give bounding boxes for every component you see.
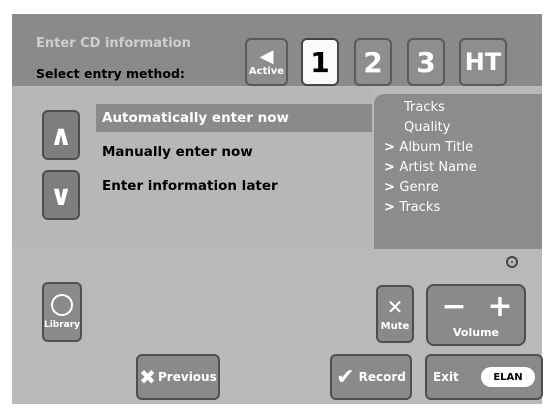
ht-label: HT bbox=[464, 48, 502, 76]
exit-label: Exit bbox=[433, 370, 459, 384]
check-icon: ✔ bbox=[336, 364, 355, 390]
entry-method-label: Select entry method: bbox=[36, 66, 185, 81]
volume-down-button[interactable]: − bbox=[436, 289, 472, 324]
zone-3-button[interactable]: 3 bbox=[407, 38, 445, 86]
record-button[interactable]: ✔ Record bbox=[330, 354, 412, 400]
chevron-up-icon: ∧ bbox=[49, 118, 73, 152]
zone-3-label: 3 bbox=[416, 45, 436, 79]
volume-up-button[interactable]: + bbox=[482, 289, 518, 324]
mute-icon: ✕ bbox=[386, 294, 404, 319]
scroll-up-button[interactable]: ∧ bbox=[42, 110, 80, 160]
x-icon: ✖ bbox=[139, 365, 157, 389]
info-artist-name: Artist Name bbox=[384, 160, 476, 175]
page-title: Enter CD information bbox=[36, 36, 191, 51]
zone-2-label: 2 bbox=[363, 45, 383, 79]
info-tracks-2: Tracks bbox=[384, 200, 440, 215]
active-label: Active bbox=[248, 66, 285, 77]
option-manual-enter[interactable]: Manually enter now bbox=[96, 138, 372, 166]
info-tracks: Tracks bbox=[404, 100, 445, 115]
library-label: Library bbox=[43, 320, 81, 330]
volume-control: − + Volume bbox=[426, 284, 526, 346]
disc-icon bbox=[506, 256, 518, 268]
zone-2-button[interactable]: 2 bbox=[354, 38, 392, 86]
zone-1-button[interactable]: 1 bbox=[301, 38, 339, 86]
mute-label: Mute bbox=[380, 320, 410, 332]
info-album-title: Album Title bbox=[384, 140, 473, 155]
zone-1-label: 1 bbox=[310, 45, 330, 79]
speaker-icon: ◀ bbox=[259, 46, 274, 67]
ht-zone-button[interactable]: HT bbox=[459, 38, 507, 86]
option-enter-later[interactable]: Enter information later bbox=[96, 172, 372, 200]
info-box: Tracks Quality Album Title Artist Name G… bbox=[374, 94, 542, 249]
elan-logo: ELAN bbox=[481, 367, 535, 387]
option-auto-enter[interactable]: Automatically enter now bbox=[96, 104, 372, 132]
library-button[interactable]: Library bbox=[42, 282, 82, 342]
scroll-down-button[interactable]: ∨ bbox=[42, 170, 80, 220]
cd-info-screen: Enter CD information Select entry method… bbox=[0, 0, 551, 410]
record-label: Record bbox=[358, 370, 406, 384]
cd-icon bbox=[51, 294, 73, 316]
volume-label: Volume bbox=[453, 326, 499, 339]
exit-button[interactable]: Exit ELAN bbox=[425, 354, 543, 400]
active-zone-button[interactable]: ◀ Active bbox=[245, 38, 288, 86]
header-bar: Enter CD information Select entry method… bbox=[12, 14, 542, 86]
mute-button[interactable]: ✕ Mute bbox=[376, 285, 414, 343]
previous-label: Previous bbox=[158, 370, 217, 384]
previous-button[interactable]: ✖ Previous bbox=[136, 354, 220, 400]
info-genre: Genre bbox=[384, 180, 438, 195]
main-panel: Enter CD information Select entry method… bbox=[12, 14, 543, 404]
chevron-down-icon: ∨ bbox=[49, 178, 73, 212]
info-quality: Quality bbox=[404, 120, 451, 135]
